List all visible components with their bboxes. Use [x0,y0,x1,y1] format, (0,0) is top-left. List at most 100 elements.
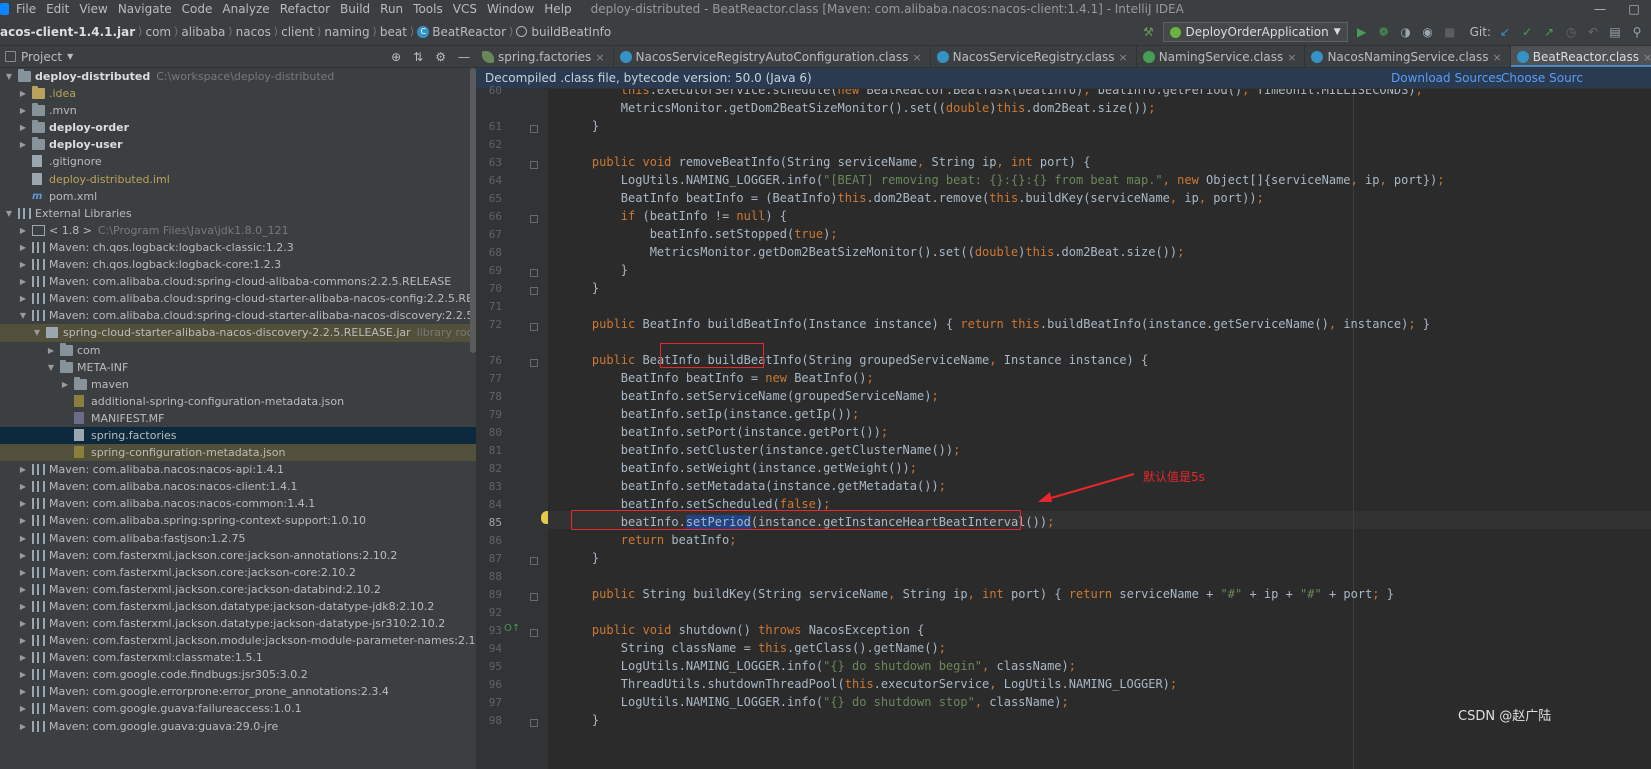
breadcrumb-item[interactable]: buildBeatInfo [513,25,614,39]
menu-code[interactable]: Code [177,2,218,16]
build-hammer-icon[interactable]: ⚒ [1141,24,1157,40]
code-line[interactable]: ThreadUtils.shutdownThreadPool(this.exec… [563,675,1177,693]
tree-item[interactable]: MANIFEST.MF [0,410,476,427]
minimize-button[interactable]: — [1583,0,1617,18]
code-line[interactable]: public String buildKey(String serviceNam… [563,585,1394,603]
tree-item[interactable]: m pom.xml [0,188,476,205]
locate-file-icon[interactable]: ⊕ [391,50,401,64]
code-line[interactable]: beatInfo.setIp(instance.getIp()); [563,405,859,423]
fold-marker-icon[interactable] [530,629,538,637]
tree-item[interactable]: ▶ Maven: com.alibaba.nacos:nacos-api:1.4.… [0,461,476,478]
chevron-right-icon[interactable]: ▶ [18,239,28,256]
breadcrumb-item[interactable]: C BeatReactor [414,25,509,39]
collapse-all-icon[interactable]: ⇅ [413,50,423,64]
tree-item[interactable]: ▶ Maven: com.fasterxml.jackson.module:jac… [0,632,476,649]
chevron-right-icon[interactable]: ▶ [18,649,28,666]
chevron-right-icon[interactable]: ▶ [60,376,70,393]
coverage-icon[interactable]: ◑ [1398,24,1414,40]
fold-marker-icon[interactable] [530,269,538,277]
tree-item[interactable]: deploy-distributed.iml [0,171,476,188]
breadcrumb-item[interactable]: nacos [233,25,274,39]
close-tab-icon[interactable]: × [1287,51,1296,64]
chevron-right-icon[interactable]: ▶ [46,342,56,359]
code-line[interactable]: } [563,711,599,729]
tree-item[interactable]: ▶ Maven: com.alibaba.nacos:nacos-common:1… [0,495,476,512]
git-push-icon[interactable]: ↗ [1541,24,1557,40]
editor-tab[interactable]: NacosNamingService.class × [1305,46,1511,67]
chevron-right-icon[interactable]: ▶ [18,273,28,290]
history-icon[interactable]: ◷ [1563,24,1579,40]
menu-window[interactable]: Window [482,2,539,16]
tree-item[interactable]: spring-configuration-metadata.json [0,444,476,462]
chevron-right-icon[interactable]: ▶ [18,102,28,119]
tree-item[interactable]: ▼ External Libraries [0,205,476,222]
code-line[interactable]: beatInfo.setStopped(true); [563,225,838,243]
code-line[interactable]: LogUtils.NAMING_LOGGER.info("{} do shutd… [563,657,1076,675]
chevron-down-icon[interactable]: ▼ [4,205,14,222]
chevron-down-icon[interactable]: ▼ [32,324,42,341]
tree-item[interactable]: ▶ Maven: com.fasterxml.jackson.core:jacks… [0,581,476,598]
chevron-right-icon[interactable]: ▶ [18,598,28,615]
tree-item[interactable]: ▶ maven [0,376,476,393]
chevron-right-icon[interactable]: ▶ [18,222,28,239]
tree-item[interactable]: ▶ Maven: com.google.code.findbugs:jsr305:… [0,666,476,683]
project-view-selector[interactable]: Project ▼ [0,50,73,64]
code-line[interactable]: public BeatInfo buildBeatInfo(Instance i… [563,315,1430,333]
tree-item[interactable]: ▶ Maven: com.fasterxml.jackson.core:jacks… [0,547,476,564]
chevron-right-icon[interactable]: ▶ [18,478,28,495]
code-line[interactable]: String className = this.getClass().getNa… [563,639,946,657]
run-icon[interactable]: ▶ [1354,24,1370,40]
fold-marker-icon[interactable] [530,593,538,601]
code-line[interactable]: beatInfo.setCluster(instance.getClusterN… [563,441,961,459]
tree-item[interactable]: spring.factories [0,426,476,445]
tree-item[interactable]: ▶ .mvn [0,102,476,119]
chevron-right-icon[interactable]: ▶ [18,119,28,136]
code-line[interactable]: return beatInfo; [563,531,737,549]
fold-marker-icon[interactable] [530,125,538,133]
menu-edit[interactable]: Edit [41,2,74,16]
tree-item[interactable]: .gitignore [0,153,476,170]
chevron-right-icon[interactable]: ▶ [18,632,28,649]
rollback-icon[interactable]: ↶ [1585,24,1601,40]
git-commit-icon[interactable]: ✓ [1519,24,1535,40]
menu-navigate[interactable]: Navigate [113,2,177,16]
code-line[interactable]: BeatInfo beatInfo = (BeatInfo)this.dom2B… [563,189,1264,207]
chevron-down-icon[interactable]: ▼ [46,359,56,376]
code-line[interactable]: MetricsMonitor.getDom2BeatSizeMonitor().… [563,243,1185,261]
code-line[interactable]: LogUtils.NAMING_LOGGER.info("[BEAT] remo… [563,171,1445,189]
chevron-right-icon[interactable]: ▶ [18,564,28,581]
breadcrumb-item[interactable]: beat [377,25,410,39]
breadcrumb-item[interactable]: acos-client-1.4.1.jar [0,25,138,39]
tree-item[interactable]: ▶ Maven: ch.qos.logback:logback-classic:1… [0,239,476,256]
breadcrumb-item[interactable]: naming [321,25,372,39]
chevron-right-icon[interactable]: ▶ [18,461,28,478]
editor-tab[interactable]: NacosServiceRegistry.class × [931,46,1137,67]
debug-icon[interactable]: ❁ [1376,24,1392,40]
menu-tools[interactable]: Tools [408,2,448,16]
fold-marker-icon[interactable] [530,557,538,565]
fold-marker-icon[interactable] [530,719,538,727]
menu-build[interactable]: Build [335,2,375,16]
menu-refactor[interactable]: Refactor [275,2,335,16]
tree-item[interactable]: ▶ deploy-order [0,119,476,136]
chevron-right-icon[interactable]: ▶ [18,85,28,102]
tree-item[interactable]: ▼ META-INF [0,359,476,376]
editor-tab[interactable]: NamingService.class × [1137,46,1306,67]
tree-item[interactable]: ▶ Maven: com.google.guava:guava:29.0-jre [0,718,476,735]
close-tab-icon[interactable]: × [1643,51,1651,64]
tree-item[interactable]: ▶ < 1.8 > C:\Program Files\Java\jdk1.8.0_1… [0,222,476,239]
fold-marker-icon[interactable] [530,359,538,367]
code-line[interactable]: this.executorService.schedule(new BeatRe… [563,89,1423,99]
chevron-right-icon[interactable]: ▶ [18,547,28,564]
close-tab-icon[interactable]: × [595,51,604,64]
breadcrumb-item[interactable]: client [278,25,317,39]
code-line[interactable]: if (beatInfo != null) { [563,207,787,225]
code-line[interactable]: beatInfo.setWeight(instance.getWeight())… [563,459,917,477]
tree-item[interactable]: ▼ deploy-distributed C:\workspace\deploy-d… [0,68,476,85]
menu-vcs[interactable]: VCS [448,2,482,16]
tree-item[interactable]: ▶ .idea [0,85,476,102]
editor-tab[interactable]: spring.factories × [476,46,614,67]
code-line[interactable]: } [563,279,599,297]
code-line[interactable]: public void removeBeatInfo(String servic… [563,153,1091,171]
code-line[interactable]: } [563,549,599,567]
